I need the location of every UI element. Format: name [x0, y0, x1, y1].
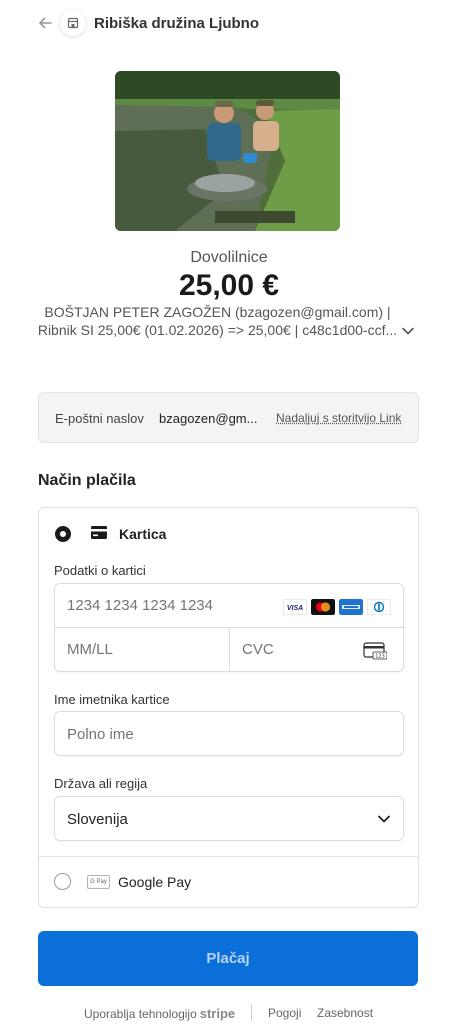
powered-by[interactable]: Uporablja tehnologijo stripe: [84, 1006, 235, 1021]
credit-card-icon: [91, 526, 107, 539]
card-number-input[interactable]: [67, 597, 277, 614]
card-tab-label[interactable]: Kartica: [119, 526, 166, 542]
stripe-logo: stripe: [199, 1006, 236, 1021]
email-value: bzagozen@gm...: [159, 411, 258, 426]
cvc-cell: 123: [230, 628, 405, 672]
country-select[interactable]: Slovenija: [54, 796, 404, 841]
amex-icon: [339, 599, 363, 615]
expiry-input[interactable]: [67, 641, 217, 658]
merchant-name: Ribiška družina Ljubno: [94, 15, 260, 32]
card-input-group: VISA: [54, 583, 405, 672]
visa-icon: VISA: [283, 599, 307, 615]
svg-text:VISA: VISA: [287, 605, 303, 612]
description-line: BOŠTJAN PETER ZAGOŽEN (bzagozen@gmail.co…: [44, 304, 391, 320]
svg-text:123: 123: [375, 654, 385, 660]
price: 25,00 €: [178, 269, 280, 302]
chevron-down-icon[interactable]: [400, 325, 416, 337]
card-radio[interactable]: [55, 526, 71, 542]
email-label: E-poštni naslov: [55, 411, 144, 426]
payment-method-title: Način plačila: [38, 472, 136, 489]
footer: Uporablja tehnologijo stripe Pogoji Zaseb…: [0, 1005, 458, 1022]
header: Ribiška družina Ljubno: [0, 0, 458, 48]
cvc-input[interactable]: [242, 641, 352, 658]
description-line: Ribnik SI 25,00€ (01.02.2026) => 25,00€ …: [37, 322, 398, 338]
cvc-card-icon: 123: [363, 642, 387, 660]
chevron-down-icon: [378, 815, 390, 823]
country-value: Slovenija: [67, 811, 128, 828]
product-image: [115, 71, 340, 231]
google-pay-icon: G Pay: [87, 875, 110, 889]
cardholder-input[interactable]: [67, 726, 387, 743]
card-number-row: VISA: [55, 584, 405, 628]
cardholder-field: [54, 711, 404, 756]
merchant-logo: [60, 10, 86, 36]
store-icon: [67, 17, 79, 29]
product-name: Dovolilnice: [190, 249, 268, 266]
back-arrow-icon[interactable]: [36, 14, 54, 32]
google-pay-label[interactable]: Google Pay: [118, 874, 191, 890]
diners-icon: [367, 599, 391, 615]
card-info-label: Podatki o kartici: [54, 563, 146, 578]
terms-link[interactable]: Pogoji: [268, 1006, 301, 1020]
expiry-cell: [55, 628, 230, 672]
mastercard-icon: [311, 599, 335, 615]
google-pay-radio[interactable]: [54, 873, 71, 890]
privacy-link[interactable]: Zasebnost: [317, 1006, 373, 1020]
pay-button-label: Plačaj: [206, 950, 250, 967]
payment-methods: Kartica Podatki o kartici VISA: [38, 507, 419, 908]
powered-by-text: Uporablja tehnologijo: [84, 1007, 197, 1021]
pay-button[interactable]: Plačaj: [38, 931, 418, 986]
divider: [39, 856, 418, 857]
footer-divider: [251, 1005, 252, 1021]
country-label: Država ali regija: [54, 776, 148, 791]
link-email-box[interactable]: E-poštni naslov bzagozen@gm... Nadaljuj …: [38, 392, 419, 443]
continue-with-link-button[interactable]: Nadaljuj s storitvijo Link: [276, 411, 401, 425]
product-description: BOŠTJAN PETER ZAGOŽEN (bzagozen@gmail.co…: [30, 303, 405, 339]
cardholder-label: Ime imetnika kartice: [54, 692, 170, 707]
